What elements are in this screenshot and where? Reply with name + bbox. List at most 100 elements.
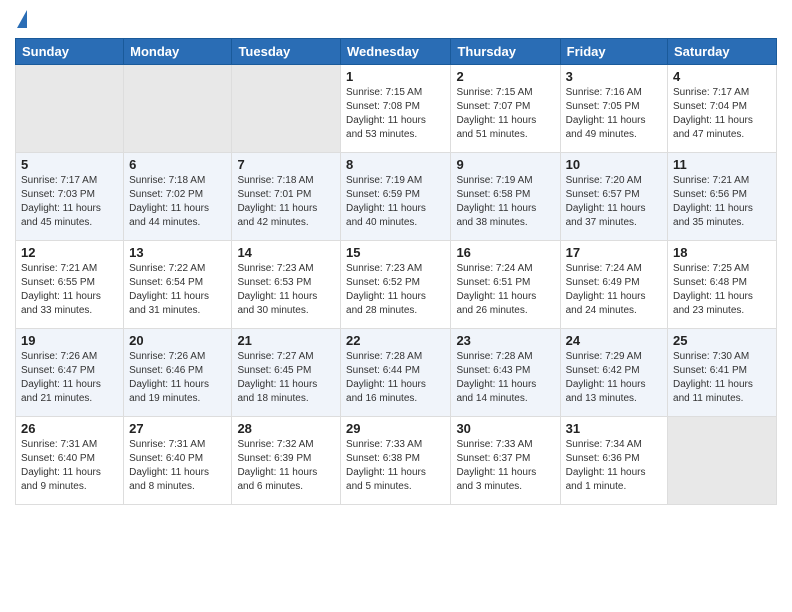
calendar-day-header: Friday	[560, 39, 667, 65]
calendar-cell: 22 Sunrise: 7:28 AM Sunset: 6:44 PM Dayli…	[341, 329, 451, 417]
calendar-cell: 21 Sunrise: 7:27 AM Sunset: 6:45 PM Dayli…	[232, 329, 341, 417]
day-info: Sunrise: 7:18 AM Sunset: 7:02 PM Dayligh…	[129, 174, 226, 230]
day-number: 20	[129, 333, 226, 348]
day-number: 3	[566, 69, 662, 84]
day-number: 9	[456, 157, 554, 172]
calendar-cell: 16Sunrise: 7:24 AM Sunset: 6:51 PM Dayli…	[451, 241, 560, 329]
calendar-day-header: Sunday	[16, 39, 124, 65]
header	[15, 10, 777, 30]
day-number: 17	[566, 245, 662, 260]
day-number: 24	[566, 333, 662, 348]
calendar-week-row: 5Sunrise: 7:17 AM Sunset: 7:03 PM Daylig…	[16, 153, 777, 241]
day-number: 19	[21, 333, 118, 348]
calendar-cell: 5Sunrise: 7:17 AM Sunset: 7:03 PM Daylig…	[16, 153, 124, 241]
day-number: 26	[21, 421, 118, 436]
logo-triangle-icon	[17, 10, 27, 28]
calendar-cell	[668, 417, 777, 505]
day-number: 31	[566, 421, 662, 436]
calendar-week-row: 26 Sunrise: 7:31 AM Sunset: 6:40 PM Dayli…	[16, 417, 777, 505]
day-info: Sunrise: 7:17 AM Sunset: 7:04 PM Dayligh…	[673, 86, 771, 142]
day-number: 6	[129, 157, 226, 172]
day-info: Sunrise: 7:18 AM Sunset: 7:01 PM Dayligh…	[237, 174, 335, 230]
calendar-cell: 28Sunrise: 7:32 AM Sunset: 6:39 PM Dayli…	[232, 417, 341, 505]
calendar-cell: 26 Sunrise: 7:31 AM Sunset: 6:40 PM Dayli…	[16, 417, 124, 505]
calendar-cell: 8 Sunrise: 7:19 AM Sunset: 6:59 PM Daylig…	[341, 153, 451, 241]
day-info: Sunrise: 7:32 AM Sunset: 6:39 PM Dayligh…	[237, 438, 335, 494]
day-number: 18	[673, 245, 771, 260]
day-info: Sunrise: 7:31 AM Sunset: 6:40 PM Dayligh…	[129, 438, 226, 494]
calendar-cell: 11 Sunrise: 7:21 AM Sunset: 6:56 PM Dayli…	[668, 153, 777, 241]
calendar-cell: 19 Sunrise: 7:26 AM Sunset: 6:47 PM Dayli…	[16, 329, 124, 417]
day-info: Sunrise: 7:33 AM Sunset: 6:37 PM Dayligh…	[456, 438, 554, 494]
day-info: Sunrise: 7:16 AM Sunset: 7:05 PM Dayligh…	[566, 86, 662, 142]
day-number: 10	[566, 157, 662, 172]
day-info: Sunrise: 7:33 AM Sunset: 6:38 PM Dayligh…	[346, 438, 445, 494]
calendar-week-row: 1 Sunrise: 7:15 AM Sunset: 7:08 PM Daylig…	[16, 65, 777, 153]
day-info: Sunrise: 7:20 AM Sunset: 6:57 PM Dayligh…	[566, 174, 662, 230]
calendar-cell: 29 Sunrise: 7:33 AM Sunset: 6:38 PM Dayli…	[341, 417, 451, 505]
calendar-cell: 23 Sunrise: 7:28 AM Sunset: 6:43 PM Dayli…	[451, 329, 560, 417]
calendar-cell: 3 Sunrise: 7:16 AM Sunset: 7:05 PM Daylig…	[560, 65, 667, 153]
calendar-cell	[232, 65, 341, 153]
day-info: Sunrise: 7:17 AM Sunset: 7:03 PM Dayligh…	[21, 174, 118, 230]
calendar-week-row: 12 Sunrise: 7:21 AM Sunset: 6:55 PM Dayli…	[16, 241, 777, 329]
day-number: 7	[237, 157, 335, 172]
day-info: Sunrise: 7:34 AM Sunset: 6:36 PM Dayligh…	[566, 438, 662, 494]
day-info: Sunrise: 7:15 AM Sunset: 7:07 PM Dayligh…	[456, 86, 554, 142]
day-number: 29	[346, 421, 445, 436]
day-info: Sunrise: 7:15 AM Sunset: 7:08 PM Dayligh…	[346, 86, 445, 142]
calendar-cell: 6 Sunrise: 7:18 AM Sunset: 7:02 PM Daylig…	[124, 153, 232, 241]
calendar-cell: 9Sunrise: 7:19 AM Sunset: 6:58 PM Daylig…	[451, 153, 560, 241]
day-info: Sunrise: 7:23 AM Sunset: 6:53 PM Dayligh…	[237, 262, 335, 318]
day-number: 22	[346, 333, 445, 348]
day-number: 14	[237, 245, 335, 260]
day-number: 1	[346, 69, 445, 84]
day-info: Sunrise: 7:23 AM Sunset: 6:52 PM Dayligh…	[346, 262, 445, 318]
day-number: 23	[456, 333, 554, 348]
calendar-cell	[124, 65, 232, 153]
day-number: 11	[673, 157, 771, 172]
calendar-cell: 1 Sunrise: 7:15 AM Sunset: 7:08 PM Daylig…	[341, 65, 451, 153]
calendar-cell: 15 Sunrise: 7:23 AM Sunset: 6:52 PM Dayli…	[341, 241, 451, 329]
calendar-cell: 14 Sunrise: 7:23 AM Sunset: 6:53 PM Dayli…	[232, 241, 341, 329]
calendar-header-row: SundayMondayTuesdayWednesdayThursdayFrid…	[16, 39, 777, 65]
day-number: 12	[21, 245, 118, 260]
day-number: 21	[237, 333, 335, 348]
calendar-day-header: Wednesday	[341, 39, 451, 65]
calendar-cell: 10 Sunrise: 7:20 AM Sunset: 6:57 PM Dayli…	[560, 153, 667, 241]
day-info: Sunrise: 7:28 AM Sunset: 6:44 PM Dayligh…	[346, 350, 445, 406]
day-info: Sunrise: 7:31 AM Sunset: 6:40 PM Dayligh…	[21, 438, 118, 494]
day-info: Sunrise: 7:24 AM Sunset: 6:51 PM Dayligh…	[456, 262, 554, 318]
calendar-table: SundayMondayTuesdayWednesdayThursdayFrid…	[15, 38, 777, 505]
day-number: 4	[673, 69, 771, 84]
day-info: Sunrise: 7:26 AM Sunset: 6:46 PM Dayligh…	[129, 350, 226, 406]
calendar-cell: 4 Sunrise: 7:17 AM Sunset: 7:04 PM Daylig…	[668, 65, 777, 153]
day-number: 15	[346, 245, 445, 260]
day-info: Sunrise: 7:26 AM Sunset: 6:47 PM Dayligh…	[21, 350, 118, 406]
day-number: 27	[129, 421, 226, 436]
day-info: Sunrise: 7:19 AM Sunset: 6:59 PM Dayligh…	[346, 174, 445, 230]
day-number: 30	[456, 421, 554, 436]
day-number: 2	[456, 69, 554, 84]
day-info: Sunrise: 7:28 AM Sunset: 6:43 PM Dayligh…	[456, 350, 554, 406]
calendar-cell: 20 Sunrise: 7:26 AM Sunset: 6:46 PM Dayli…	[124, 329, 232, 417]
day-info: Sunrise: 7:21 AM Sunset: 6:55 PM Dayligh…	[21, 262, 118, 318]
calendar-cell: 27 Sunrise: 7:31 AM Sunset: 6:40 PM Dayli…	[124, 417, 232, 505]
day-info: Sunrise: 7:24 AM Sunset: 6:49 PM Dayligh…	[566, 262, 662, 318]
day-number: 8	[346, 157, 445, 172]
day-number: 13	[129, 245, 226, 260]
day-info: Sunrise: 7:21 AM Sunset: 6:56 PM Dayligh…	[673, 174, 771, 230]
calendar-cell: 17 Sunrise: 7:24 AM Sunset: 6:49 PM Dayli…	[560, 241, 667, 329]
calendar-day-header: Saturday	[668, 39, 777, 65]
calendar-cell	[16, 65, 124, 153]
calendar-day-header: Monday	[124, 39, 232, 65]
day-number: 25	[673, 333, 771, 348]
calendar-cell: 24Sunrise: 7:29 AM Sunset: 6:42 PM Dayli…	[560, 329, 667, 417]
calendar-cell: 13Sunrise: 7:22 AM Sunset: 6:54 PM Dayli…	[124, 241, 232, 329]
calendar-cell: 18Sunrise: 7:25 AM Sunset: 6:48 PM Dayli…	[668, 241, 777, 329]
calendar-cell: 31 Sunrise: 7:34 AM Sunset: 6:36 PM Dayli…	[560, 417, 667, 505]
day-info: Sunrise: 7:27 AM Sunset: 6:45 PM Dayligh…	[237, 350, 335, 406]
day-info: Sunrise: 7:30 AM Sunset: 6:41 PM Dayligh…	[673, 350, 771, 406]
calendar-cell: 30 Sunrise: 7:33 AM Sunset: 6:37 PM Dayli…	[451, 417, 560, 505]
page: SundayMondayTuesdayWednesdayThursdayFrid…	[0, 0, 792, 612]
